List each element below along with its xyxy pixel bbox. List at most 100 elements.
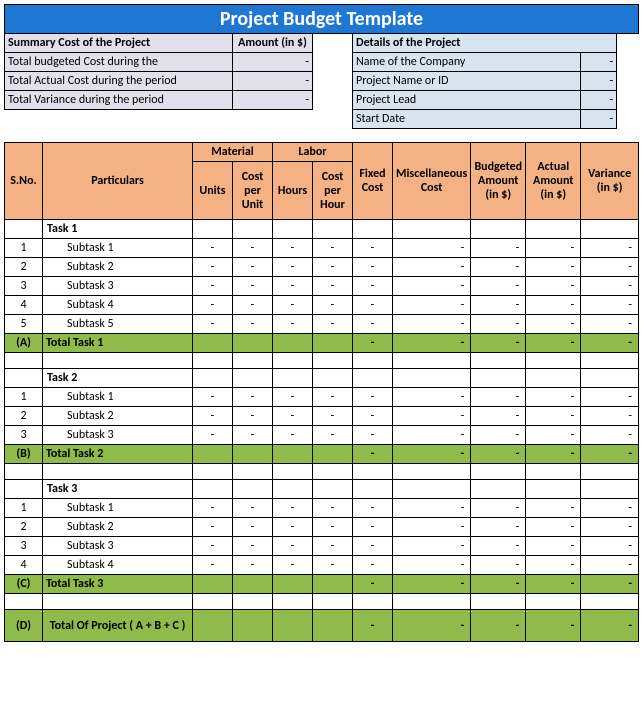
cell: -: [581, 610, 639, 642]
cell: -: [471, 610, 526, 642]
cell: -: [353, 499, 393, 518]
cell: -: [273, 388, 313, 407]
cell: -: [581, 426, 639, 445]
cell: -: [471, 334, 526, 353]
cell: -: [193, 426, 233, 445]
details-row-label: Project Lead: [353, 91, 581, 110]
subtask-name: Subtask 5: [43, 315, 193, 334]
sno: 1: [5, 239, 43, 258]
cell: -: [471, 277, 526, 296]
summary-row-value: -: [233, 72, 313, 91]
cell: -: [581, 556, 639, 575]
cell: -: [193, 537, 233, 556]
cell: -: [193, 277, 233, 296]
sno: 1: [5, 499, 43, 518]
cell: -: [233, 388, 273, 407]
sno: 2: [5, 518, 43, 537]
cell: -: [393, 426, 471, 445]
cell: -: [313, 388, 353, 407]
subtask-name: Subtask 4: [43, 296, 193, 315]
task-total-label: Total Task 1: [43, 334, 193, 353]
blank-row: [5, 464, 639, 480]
cell: -: [313, 407, 353, 426]
cell: -: [581, 277, 639, 296]
summary-row-label: Total Variance during the period: [5, 91, 233, 110]
cell: -: [353, 518, 393, 537]
cell: -: [353, 258, 393, 277]
cell: -: [393, 239, 471, 258]
task-code: (B): [5, 445, 43, 464]
cell: -: [353, 277, 393, 296]
cell: -: [393, 258, 471, 277]
subtask-name: Subtask 1: [43, 499, 193, 518]
cell: -: [273, 556, 313, 575]
cell: -: [233, 556, 273, 575]
cell: -: [526, 499, 581, 518]
sno: 3: [5, 426, 43, 445]
cell: -: [526, 445, 581, 464]
subtask-name: Subtask 2: [43, 518, 193, 537]
cell: -: [393, 296, 471, 315]
budget-table: Project Budget Template Summary Cost of …: [4, 4, 639, 642]
task-header-row: Task 1: [5, 220, 639, 239]
task-total-row: (A)Total Task 1-----: [5, 334, 639, 353]
cell: -: [581, 407, 639, 426]
cell: -: [313, 239, 353, 258]
cell: -: [193, 407, 233, 426]
summary-row-value: -: [233, 53, 313, 72]
task-total-row: (C)Total Task 3-----: [5, 575, 639, 594]
cell: -: [526, 277, 581, 296]
cell: -: [471, 388, 526, 407]
cell: -: [273, 315, 313, 334]
cell: -: [581, 518, 639, 537]
cell: -: [273, 518, 313, 537]
col-fixed: Fixed Cost: [353, 143, 393, 220]
cell: -: [273, 296, 313, 315]
cell: -: [273, 537, 313, 556]
cell: -: [471, 407, 526, 426]
sno: 2: [5, 407, 43, 426]
subtask-row: 2Subtask 2---------: [5, 407, 639, 426]
cell: -: [471, 575, 526, 594]
col-particulars: Particulars: [43, 143, 193, 220]
col-variance: Variance (in $): [581, 143, 639, 220]
sno: 4: [5, 556, 43, 575]
subtask-row: 3Subtask 3---------: [5, 277, 639, 296]
cell: -: [233, 277, 273, 296]
cell: -: [233, 537, 273, 556]
task-code: (C): [5, 575, 43, 594]
cell: -: [313, 258, 353, 277]
col-hours: Hours: [273, 162, 313, 220]
grand-label: Total Of Project ( A + B + C ): [43, 610, 193, 642]
task-header-row: Task 3: [5, 480, 639, 499]
task-total-row: (B)Total Task 2-----: [5, 445, 639, 464]
cell: -: [353, 239, 393, 258]
details-row-label: Start Date: [353, 110, 581, 129]
subtask-name: Subtask 4: [43, 556, 193, 575]
cell: -: [526, 315, 581, 334]
details-row-value: -: [581, 53, 617, 72]
cell: -: [193, 499, 233, 518]
subtask-name: Subtask 2: [43, 407, 193, 426]
col-budgeted: Budgeted Amount (in $): [471, 143, 526, 220]
task-total-label: Total Task 3: [43, 575, 193, 594]
cell: -: [471, 426, 526, 445]
cell: -: [471, 315, 526, 334]
blank-row: [5, 594, 639, 610]
col-cpu: Cost per Unit: [233, 162, 273, 220]
cell: -: [581, 334, 639, 353]
task-code: (A): [5, 334, 43, 353]
summary-header: Summary Cost of the Project: [5, 34, 233, 53]
cell: -: [193, 296, 233, 315]
cell: -: [313, 499, 353, 518]
cell: -: [471, 445, 526, 464]
subtask-name: Subtask 3: [43, 537, 193, 556]
subtask-row: 3Subtask 3---------: [5, 537, 639, 556]
subtask-row: 1Subtask 1---------: [5, 239, 639, 258]
cell: -: [313, 296, 353, 315]
cell: -: [526, 258, 581, 277]
blank-row: [5, 353, 639, 369]
task-name: Task 3: [43, 480, 193, 499]
grand-code: (D): [5, 610, 43, 642]
task-total-label: Total Task 2: [43, 445, 193, 464]
